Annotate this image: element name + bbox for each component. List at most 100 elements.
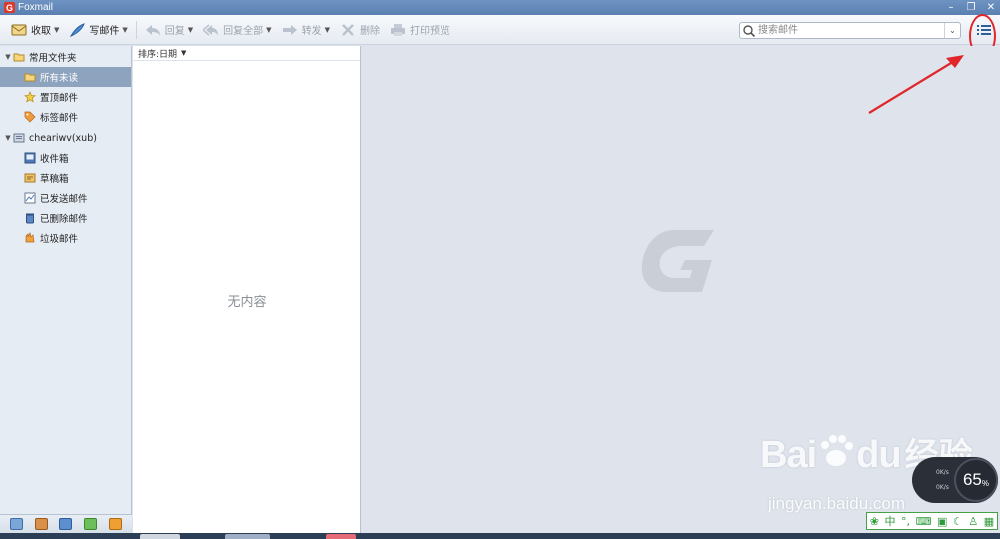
baidu-url-text: jingyan.baidu.com [768, 494, 906, 513]
search-options-button[interactable]: ⌄ [944, 23, 960, 38]
envelope-icon [11, 24, 27, 35]
print-preview-label: 打印预览 [409, 26, 450, 37]
title-bar: G Foxmail – ❐ ✕ [0, 0, 1000, 15]
search-box: ⌄ [739, 22, 961, 39]
reply-arrow-icon [145, 24, 160, 36]
sidebar-footer [0, 514, 132, 533]
taskbar-item[interactable] [140, 534, 180, 539]
reply-all-icon [203, 23, 219, 36]
folder-group-label: 常用文件夹 [29, 53, 77, 64]
contacts-button[interactable] [34, 518, 48, 530]
chevron-down-icon[interactable]: ▼ [181, 49, 186, 57]
folder-all-unread[interactable]: 所有未读 [0, 67, 131, 87]
folder-label: 垃圾邮件 [40, 234, 79, 245]
folder-label: 草稿箱 [40, 174, 69, 185]
notes-button[interactable] [84, 518, 98, 530]
printer-icon [390, 23, 405, 36]
speed-percent-badge[interactable]: 65% [954, 458, 998, 502]
speed-percent: 65 [962, 470, 982, 489]
folder-drafts[interactable]: 草稿箱 [0, 168, 131, 188]
delete-label: 删除 [359, 26, 380, 37]
folder-label: 置顶邮件 [40, 93, 79, 104]
moon-icon[interactable]: ☾ [953, 515, 963, 528]
print-preview-button[interactable]: 打印预览 [385, 19, 455, 41]
feather-pen-icon [70, 22, 86, 37]
forward-button[interactable]: 转发 ▼ [277, 19, 335, 41]
trash-icon [26, 213, 34, 224]
mail-view-button[interactable] [9, 518, 23, 530]
ime-toolbar[interactable]: ❀ 中 °, ⌨ ▣ ☾ ♙ ▦ [866, 512, 998, 530]
forward-arrow-icon [282, 24, 297, 35]
collapse-arrow-icon[interactable]: ▼ [3, 134, 13, 142]
folder-inbox[interactable]: 收件箱 [0, 148, 131, 168]
user-icon[interactable]: ♙ [968, 515, 978, 528]
receive-button[interactable]: 收取 ▼ [6, 19, 64, 41]
toolbar: 收取 ▼ 写邮件 ▼ 回复 ▼ 回复全部 ▼ 转发 ▼ 删除 打印预览 搜索邮件… [0, 15, 1000, 45]
keyboard-icon[interactable]: ⌨ [916, 515, 932, 528]
folder-sidebar: ▼ 常用文件夹 所有未读 置顶邮件 标签邮件 ▼ cheariwv(xub) 收… [0, 46, 132, 514]
folder-icon [24, 73, 36, 82]
compose-button[interactable]: 写邮件 ▼ [64, 19, 132, 41]
junk-mail-icon [25, 232, 35, 243]
rss-button[interactable] [109, 518, 123, 530]
forward-label: 转发 [301, 26, 322, 37]
delete-button[interactable]: 删除 [335, 19, 385, 41]
folder-group-favorites[interactable]: ▼ 常用文件夹 [0, 47, 131, 67]
reply-all-button[interactable]: 回复全部 ▼ [198, 19, 276, 41]
compose-label: 写邮件 [89, 26, 120, 37]
folder-label: 收件箱 [40, 154, 69, 165]
folder-label: 标签邮件 [40, 113, 79, 124]
chevron-down-icon[interactable]: ▼ [266, 26, 271, 34]
folder-deleted[interactable]: 已删除邮件 [0, 208, 131, 228]
delete-x-icon [342, 23, 354, 36]
folder-sent[interactable]: 已发送邮件 [0, 188, 131, 208]
search-input[interactable] [756, 23, 944, 38]
punctuation-icon[interactable]: °, [901, 515, 910, 528]
drafts-icon [24, 173, 36, 183]
reply-label: 回复 [164, 26, 185, 37]
reply-button[interactable]: 回复 ▼ [140, 19, 198, 41]
minimize-button[interactable]: – [946, 2, 956, 13]
ime-mode[interactable]: 中 [885, 513, 896, 529]
taskbar-item[interactable] [326, 534, 356, 539]
foxmail-watermark-logo [641, 230, 714, 292]
paw-icon[interactable]: ❀ [870, 515, 879, 528]
grid-icon[interactable]: ▦ [984, 515, 994, 528]
folder-label: 所有未读 [40, 73, 79, 84]
folder-label: 已删除邮件 [40, 214, 88, 225]
restore-button[interactable]: ❐ [966, 2, 976, 13]
folder-label: 已发送邮件 [40, 194, 88, 205]
account-mailbox-icon [13, 133, 25, 143]
folder-junk[interactable]: 垃圾邮件 [0, 228, 131, 248]
baidu-brand-text: Bai [760, 434, 817, 476]
chevron-down-icon[interactable]: ▼ [122, 26, 127, 34]
foxmail-logo-icon: G [4, 2, 15, 13]
baidu-brand-tail: du [856, 434, 901, 476]
sort-bar[interactable]: 排序:日期 ▼ [133, 46, 360, 61]
account-label: cheariwv(xub) [29, 132, 97, 144]
collapse-arrow-icon[interactable]: ▼ [3, 53, 13, 61]
folder-tagged[interactable]: 标签邮件 [0, 107, 131, 127]
calendar-button[interactable] [59, 518, 73, 530]
speed-percent-unit: % [981, 478, 990, 488]
annotation-arrow [868, 55, 964, 114]
folder-pinned[interactable]: 置顶邮件 [0, 87, 131, 107]
tag-icon [24, 111, 36, 123]
taskbar-item[interactable] [225, 534, 270, 539]
inbox-icon [24, 152, 36, 164]
reply-all-label: 回复全部 [223, 26, 264, 37]
toolbox-icon[interactable]: ▣ [937, 515, 947, 528]
message-list: 排序:日期 ▼ 无内容 [133, 46, 361, 533]
window-title: Foxmail [18, 2, 54, 13]
empty-list-text: 无内容 [227, 295, 267, 310]
download-speed: 0K/s [936, 484, 949, 491]
chevron-down-icon[interactable]: ▼ [188, 26, 193, 34]
close-button[interactable]: ✕ [986, 2, 996, 13]
paw-icon [821, 435, 854, 466]
folder-icon [13, 53, 25, 62]
search-icon [743, 24, 756, 37]
chevron-down-icon[interactable]: ▼ [325, 26, 330, 34]
chevron-down-icon[interactable]: ▼ [54, 26, 59, 34]
account-group[interactable]: ▼ cheariwv(xub) [0, 128, 131, 148]
sort-label: 排序:日期 [138, 49, 178, 60]
